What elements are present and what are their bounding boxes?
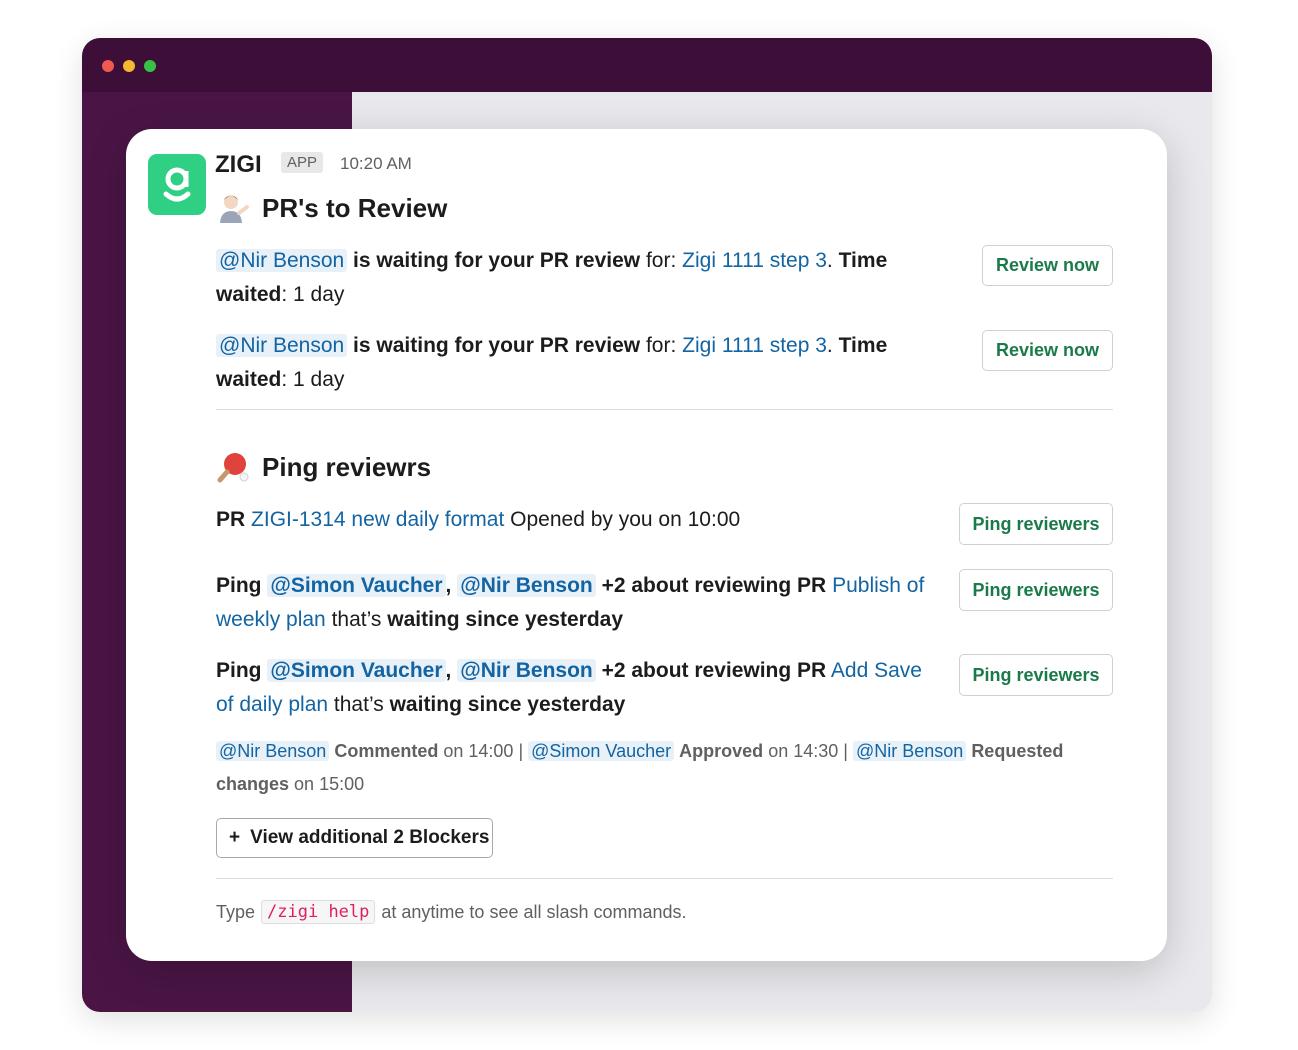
pr-prefix: PR <box>216 508 246 531</box>
that-text: that’s <box>331 608 382 631</box>
user-mention[interactable]: @Simon Vaucher <box>528 741 675 761</box>
activity-action: Commented <box>334 741 439 761</box>
review-text-bold: is waiting for your PR review <box>353 249 641 272</box>
ping-text: +2 about reviewing PR <box>601 659 827 682</box>
minimize-window-dot[interactable] <box>123 60 135 72</box>
pr-link[interactable]: Zigi 1111 step 3 <box>682 334 827 357</box>
time-label: Time <box>838 249 888 272</box>
ping-section-title-text: Ping reviewrs <box>262 451 432 482</box>
review-text-bold: is waiting for your PR review <box>353 334 641 357</box>
pr-opened-line: PR ZIGI-1314 new daily format Opened by … <box>216 503 936 537</box>
maximize-window-dot[interactable] <box>144 60 156 72</box>
ping-item-1: Ping @Simon Vaucher, @Nir Benson +2 abou… <box>216 569 936 637</box>
user-mention[interactable]: @Nir Benson <box>216 249 348 272</box>
user-mention[interactable]: @Nir Benson <box>216 334 348 357</box>
review-section-title-text: PR's to Review <box>262 192 448 223</box>
footer-divider <box>216 878 1113 879</box>
message-timestamp[interactable]: 10:20 AM <box>340 154 412 174</box>
section-divider <box>216 409 1113 410</box>
ping-section-title: Ping reviewrs <box>216 450 431 484</box>
view-blockers-button[interactable]: + View additional 2 Blockers <box>216 818 493 858</box>
app-badge: APP <box>281 152 324 173</box>
time-label: Time <box>838 334 888 357</box>
pr-link[interactable]: Zigi 1111 step 3 <box>682 249 827 272</box>
review-now-button[interactable]: Review now <box>982 245 1113 286</box>
hint-suffix: at anytime to see all slash commands. <box>381 901 687 922</box>
activity-time: on 14:30 | <box>768 741 848 761</box>
activity-time: on 15:00 <box>294 774 365 794</box>
waiting-text: waiting since yesterday <box>387 608 624 631</box>
slash-command-hint: Type /zigi help at anytime to see all sl… <box>216 900 687 924</box>
review-text: for: <box>645 249 677 272</box>
time-label: waited <box>216 368 282 391</box>
ping-pong-emoji-icon <box>217 453 249 483</box>
that-text: that’s <box>333 693 384 716</box>
user-mention[interactable]: @Simon Vaucher <box>267 574 446 597</box>
time-label: waited <box>216 283 282 306</box>
review-item-2: @Nir Benson is waiting for your PR revie… <box>216 329 936 397</box>
review-item-1: @Nir Benson is waiting for your PR revie… <box>216 244 936 312</box>
hint-prefix: Type <box>216 901 256 922</box>
activity-action: Approved <box>679 741 764 761</box>
punctuation: . <box>826 249 833 272</box>
window-titlebar <box>82 38 1212 92</box>
message-card: ZIGI APP 10:20 AM PR's to Review @Nir Be… <box>126 129 1167 961</box>
view-blockers-label: View additional 2 Blockers <box>250 827 490 848</box>
waiting-text: waiting since yesterday <box>389 693 626 716</box>
user-mention[interactable]: @Nir Benson <box>457 659 596 682</box>
close-window-dot[interactable] <box>102 60 114 72</box>
app-name[interactable]: ZIGI <box>215 151 262 179</box>
comma: , <box>445 659 452 682</box>
ping-item-2: Ping @Simon Vaucher, @Nir Benson +2 abou… <box>216 654 936 722</box>
user-mention[interactable]: @Nir Benson <box>457 574 596 597</box>
user-mention[interactable]: @Nir Benson <box>852 741 967 761</box>
review-activity-line: @Nir Benson Commented on 14:00 | @Simon … <box>216 735 1116 801</box>
ping-reviewers-button[interactable]: Ping reviewers <box>959 503 1113 545</box>
time-waited-value: : 1 day <box>281 368 345 391</box>
ping-reviewers-button[interactable]: Ping reviewers <box>959 569 1113 611</box>
slash-command-code: /zigi help <box>261 900 376 924</box>
review-now-button[interactable]: Review now <box>982 330 1113 371</box>
activity-time: on 14:00 | <box>443 741 524 761</box>
plus-icon: + <box>229 827 241 848</box>
comma: , <box>445 574 452 597</box>
user-mention[interactable]: @Simon Vaucher <box>267 659 446 682</box>
ping-reviewers-button[interactable]: Ping reviewers <box>959 654 1113 696</box>
pr-opened-text: Opened by you on 10:00 <box>510 508 741 531</box>
ping-text: +2 about reviewing PR <box>601 574 827 597</box>
user-mention[interactable]: @Nir Benson <box>216 741 330 761</box>
zigi-logo-icon[interactable] <box>148 154 206 215</box>
pr-link[interactable]: ZIGI-1314 new daily format <box>251 508 504 531</box>
person-tipping-hand-emoji-icon <box>220 195 249 223</box>
review-section-title: PR's to Review <box>216 191 447 225</box>
punctuation: . <box>826 334 833 357</box>
ping-label: Ping <box>216 574 262 597</box>
review-text: for: <box>645 334 677 357</box>
time-waited-value: : 1 day <box>281 283 345 306</box>
ping-label: Ping <box>216 659 262 682</box>
